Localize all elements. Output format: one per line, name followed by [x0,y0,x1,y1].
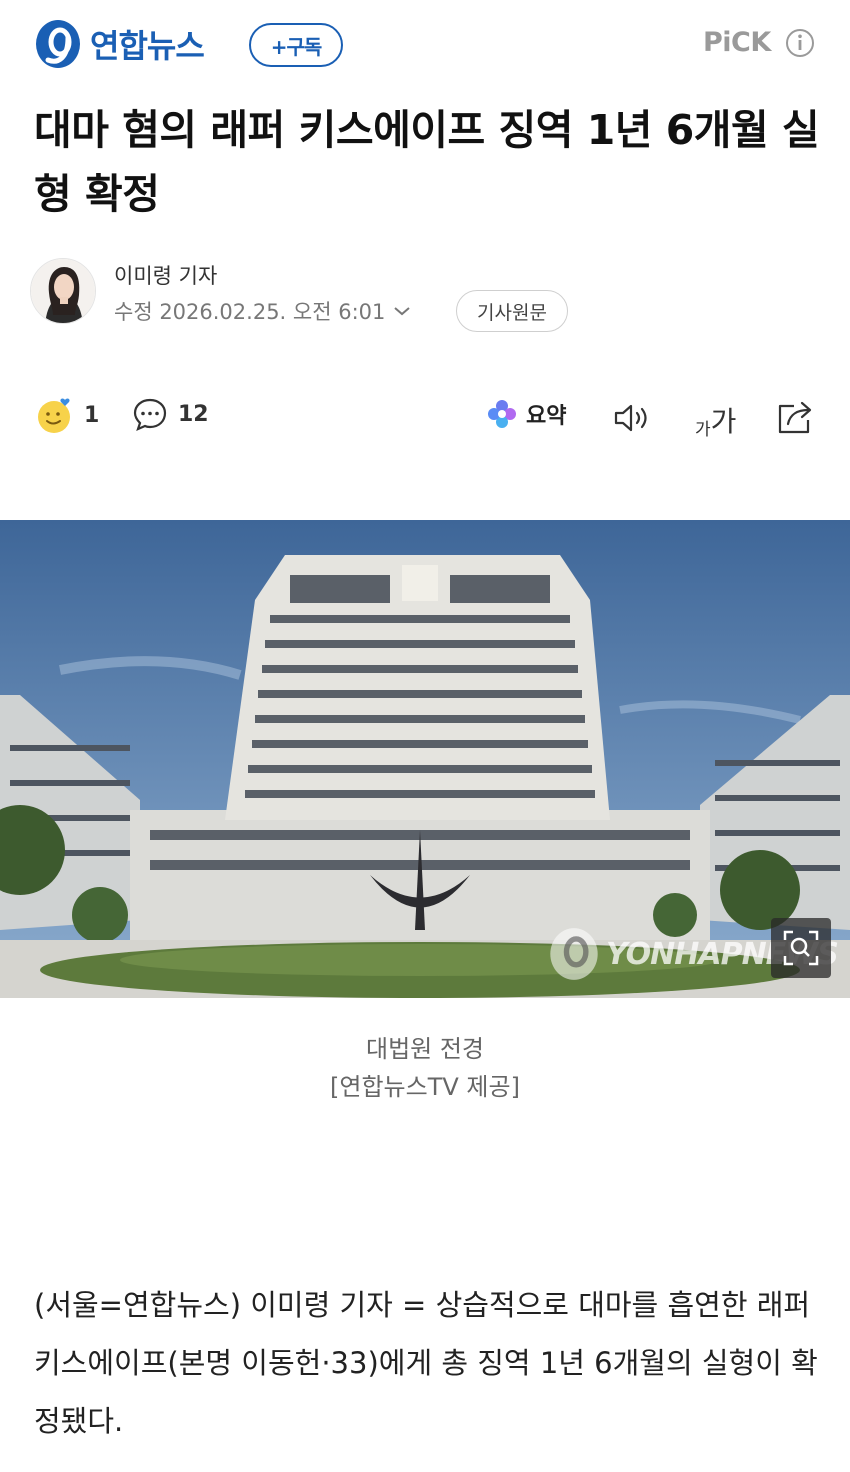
sparkle-icon [488,400,516,428]
font-size-large: 가 [710,405,737,438]
dateline-text: 수정 2026.02.25. 오전 6:01 [114,300,386,324]
yonhap-logo-icon [36,20,80,68]
action-bar: 1 12 요약 가 가 [0,390,850,450]
font-size-small: 가 [695,420,711,440]
press-logo[interactable]: 연합뉴스 [34,18,205,70]
reaction-button[interactable]: 1 [36,396,99,434]
article-headline: 대마 혐의 래퍼 키스에이프 징역 1년 6개월 실형 확정 [34,106,820,218]
press-name: 연합뉴스 [90,27,205,65]
summary-button[interactable]: 요약 [486,398,566,430]
comment-icon [133,398,167,431]
font-size-button[interactable]: 가 가 [695,400,736,440]
article-body-paragraph: (서울=연합뉴스) 이미령 기자 = 상습적으로 대마를 흡연한 래퍼 키스에이… [34,1288,818,1438]
reporter-avatar[interactable] [30,258,96,324]
share-icon[interactable] [776,398,816,436]
article-dateline[interactable]: 수정 2026.02.25. 오전 6:01 [114,296,411,326]
reaction-count: 1 [84,402,100,428]
subscribe-button[interactable]: +구독 [249,23,343,67]
chevron-down-icon [394,307,411,316]
reporter-name[interactable]: 이미령 기자 [114,260,217,290]
summary-label: 요약 [526,404,567,429]
caption-credit: [연합뉴스TV 제공] [330,1073,520,1101]
original-article-button[interactable]: 기사원문 [456,290,568,332]
zoom-icon [783,930,819,966]
smile-heart-icon [38,398,70,433]
yonhap-watermark-icon [550,928,598,980]
photo-caption: 대법원 전경 [연합뉴스TV 제공] [0,1030,850,1106]
comment-button[interactable]: 12 [132,396,209,432]
comment-count: 12 [178,401,209,427]
pick-label: PiCK [703,27,771,58]
speaker-icon[interactable] [612,402,654,434]
caption-title: 대법원 전경 [365,1035,485,1063]
top-bar: 연합뉴스 +구독 PiCK [0,0,850,92]
photo-zoom-button[interactable] [771,918,831,978]
info-icon[interactable] [785,28,815,58]
byline: 이미령 기자 수정 2026.02.25. 오전 6:01 기사원문 [30,258,820,338]
